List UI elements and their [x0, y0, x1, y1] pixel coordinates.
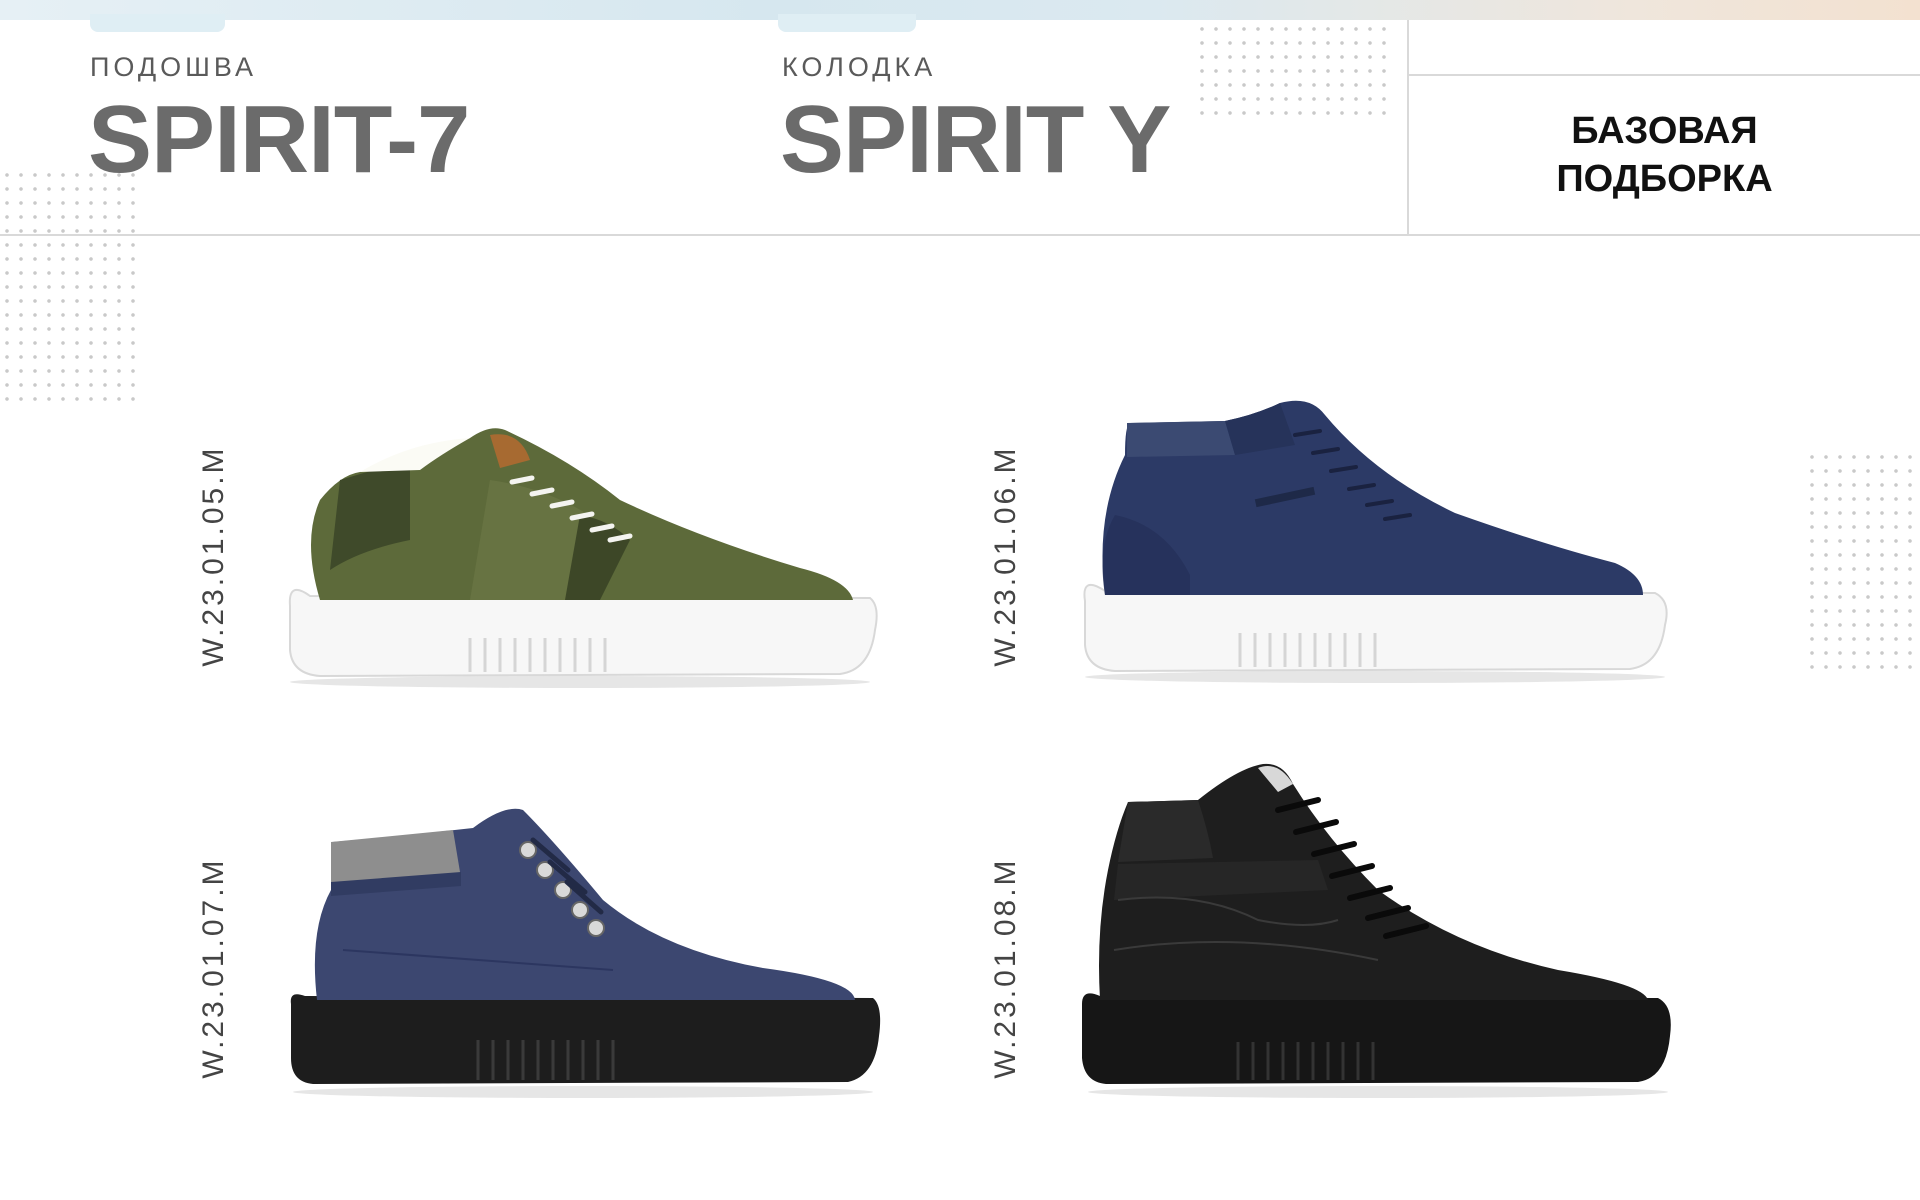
navy-mid-sneaker-image — [1083, 400, 1668, 683]
last-label: КОЛОДКА — [782, 52, 937, 82]
sku-label: W.23.01.06.M — [989, 445, 1022, 667]
dot-pattern — [1805, 450, 1920, 670]
blue-chukka-image — [290, 808, 881, 1098]
top-tab-decoration — [90, 14, 225, 32]
collection-badge: БАЗОВАЯ ПОДБОРКА — [1409, 76, 1920, 234]
sole-name: SPIRIT-7 — [88, 86, 470, 193]
dot-pattern — [1195, 22, 1395, 118]
sku-label: W.23.01.05.M — [197, 445, 230, 667]
badge-line-2: ПОДБОРКА — [1556, 158, 1773, 200]
top-decorative-strip — [0, 0, 1920, 20]
top-tab-decoration — [778, 14, 916, 32]
sku-label: W.23.01.08.M — [989, 857, 1022, 1079]
green-sneaker-image — [288, 428, 878, 688]
dot-pattern — [0, 168, 135, 408]
last-name: SPIRIT Y — [780, 86, 1171, 193]
black-hightop-image — [1082, 763, 1671, 1098]
sku-label: W.23.01.07.M — [197, 857, 230, 1079]
sole-label: ПОДОШВА — [90, 52, 257, 82]
header-bottom-line — [0, 234, 1920, 236]
badge-line-1: БАЗОВАЯ — [1571, 110, 1758, 152]
